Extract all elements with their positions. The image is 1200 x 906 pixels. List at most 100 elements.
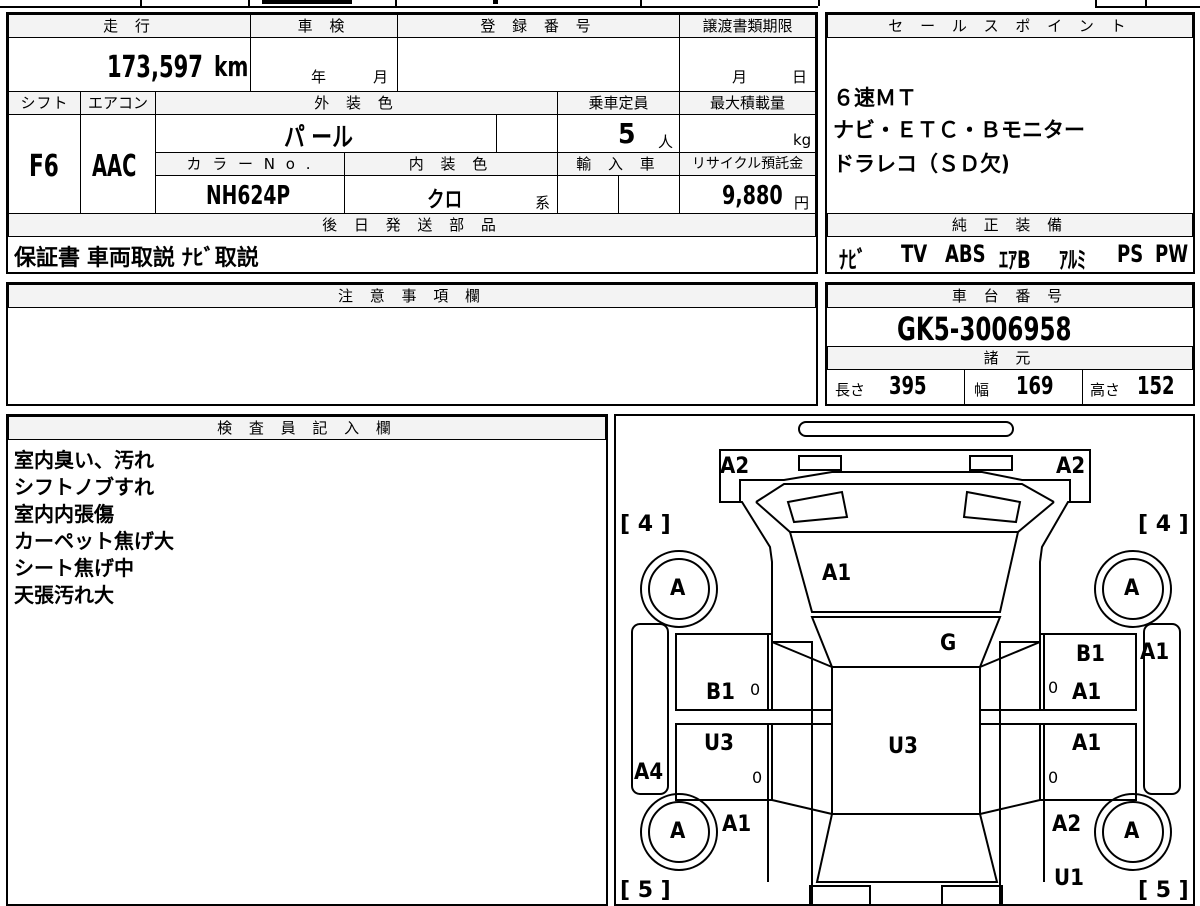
mark-windshield: G (940, 631, 957, 656)
equip-airbag: ｴｱB (999, 246, 1031, 274)
transfer-deadline-cell: 月 日 (679, 37, 816, 92)
color-no-value: NH624P (206, 181, 291, 211)
zero-right-front: 0 (1048, 678, 1059, 697)
registration-header: 登 録 番 号 (397, 14, 680, 38)
transfer-deadline-header: 譲渡書類期限 (679, 14, 816, 38)
sales-point-header: セ ー ル ス ポ イ ン ト (827, 14, 1193, 38)
mark-right-side: A1 (1140, 640, 1170, 665)
interior-color-header: 内 装 色 (344, 152, 558, 176)
height-label: 高さ (1090, 381, 1121, 399)
max-load-header: 最大積載量 (679, 91, 816, 115)
aircon-header: エアコン (80, 91, 156, 115)
mark-right-front-door: A1 (1072, 680, 1102, 705)
later-shipping-value: 保証書 車両取説 ﾅﾋﾞ取説 (14, 246, 259, 271)
width-label: 幅 (974, 381, 990, 399)
capacity-unit: 人 (658, 133, 674, 151)
inspector-notes-panel: 検 査 員 記 入 欄 室内臭い、汚れ シフトノブすれ 室内内張傷 カーペット焦… (6, 414, 608, 906)
sales-point-line-2: ナビ・ＥＴＣ・Ｂモニター (833, 118, 1085, 142)
max-load-unit: kg (793, 131, 812, 149)
inspector-notes-header: 検 査 員 記 入 欄 (8, 416, 606, 440)
mark-left-rear-quarter: A1 (722, 812, 752, 837)
color-no-cell: NH624P (155, 175, 345, 214)
aircon-cell: AAC (80, 114, 156, 214)
inspector-line-3: 室内内張傷 (14, 502, 114, 526)
mileage-unit: km (214, 50, 249, 83)
wheel-front-left-label: A (670, 576, 686, 601)
bracket-5-left: [ 5 ] (620, 878, 671, 903)
exterior-color-cell: パ ール (155, 114, 497, 153)
recycle-cell: 9,880 円 (679, 175, 816, 214)
wheel-front-right-label: A (1124, 576, 1140, 601)
max-load-cell: kg (679, 114, 816, 153)
interior-color-suffix: 系 (535, 194, 551, 212)
length-cell: 長さ 395 (827, 369, 965, 404)
mark-right-rear-quarter: A2 (1052, 812, 1082, 837)
recycle-value: 9,880 (722, 181, 783, 211)
later-shipping-cell: 保証書 車両取説 ﾅﾋﾞ取説 (8, 236, 816, 272)
notes-header: 注 意 事 項 欄 (8, 284, 816, 308)
inspector-line-6: 天張汚れ大 (14, 583, 114, 607)
mark-top-right: A2 (1056, 454, 1086, 479)
notes-panel: 注 意 事 項 欄 (6, 282, 818, 406)
registration-cell (397, 37, 680, 92)
exterior-color-extra (496, 114, 558, 153)
mark-left-front-door: B1 (706, 680, 735, 705)
interior-color-value: クロ (427, 188, 463, 213)
transfer-day: 日 (792, 68, 808, 86)
import-cell-b (618, 175, 680, 214)
vehicle-info-panel: 走 行 車 検 登 録 番 号 譲渡書類期限 173,597 km 年 月 月 … (6, 12, 818, 274)
equip-tv: TV (901, 240, 928, 268)
zero-left-front: 0 (750, 680, 761, 699)
chassis-value: GK5-3006958 (897, 310, 1072, 348)
zero-left-rear: 0 (752, 768, 763, 787)
mark-right-front-door-top: B1 (1076, 642, 1105, 667)
inspector-line-1: 室内臭い、汚れ (14, 448, 154, 472)
specs-header: 諸 元 (827, 346, 1193, 370)
length-value: 395 (889, 371, 927, 400)
mark-left-side: A4 (634, 760, 664, 785)
height-cell: 高さ 152 (1082, 369, 1193, 404)
capacity-value: 5 (618, 117, 636, 150)
sales-point-line-1: ６速ＭＴ (833, 86, 917, 110)
equip-ps: PS (1117, 240, 1144, 268)
interior-color-cell: クロ 系 (344, 175, 558, 214)
chassis-header: 車 台 番 号 (827, 284, 1193, 308)
equip-pw: PW (1155, 240, 1189, 268)
mark-right-bottom: U1 (1054, 866, 1084, 891)
later-shipping-header: 後 日 発 送 部 品 (8, 213, 816, 237)
shift-header: シフト (8, 91, 81, 115)
mark-roof: U3 (888, 734, 918, 759)
car-diagram-panel: [ 4 ] [ 4 ] [ 5 ] [ 5 ] A A A A A2 A2 A1… (614, 414, 1195, 906)
chassis-panel: 車 台 番 号 GK5-3006958 諸 元 長さ 395 幅 169 高さ … (825, 282, 1195, 406)
equip-alloy: ｱﾙﾐ (1059, 246, 1086, 274)
transfer-month: 月 (732, 68, 748, 86)
shift-cell: F6 (8, 114, 81, 214)
import-header: 輸 入 車 (557, 152, 680, 176)
genuine-equipment-header: 純 正 装 備 (827, 213, 1193, 237)
recycle-header: リサイクル預託金 (679, 152, 816, 176)
width-value: 169 (1016, 371, 1054, 400)
mileage-value: 173,597 (107, 50, 203, 85)
inspection-header: 車 検 (250, 14, 398, 38)
width-cell: 幅 169 (964, 369, 1083, 404)
inspector-line-4: カーペット焦げ大 (14, 529, 174, 553)
wheel-rear-right-label: A (1124, 819, 1140, 844)
length-label: 長さ (835, 381, 866, 399)
sales-point-line-3: ドラレコ（ＳＤ欠) (833, 152, 1010, 176)
aircon-value: AAC (92, 149, 137, 184)
wheel-rear-left-label: A (670, 819, 686, 844)
exterior-color-value: パ ール (284, 123, 353, 153)
sales-point-panel: セ ー ル ス ポ イ ン ト ６速ＭＴ ナビ・ＥＴＣ・Ｂモニター ドラレコ（Ｓ… (825, 12, 1195, 274)
inspection-cell: 年 月 (250, 37, 398, 92)
top-strip (0, 0, 1200, 8)
inspection-month: 月 (373, 68, 389, 86)
shift-value: F6 (29, 149, 59, 184)
mileage-header: 走 行 (8, 14, 251, 38)
car-outline-diagram (631, 421, 1181, 904)
inspection-year: 年 (311, 68, 327, 86)
equip-abs: ABS (945, 240, 986, 268)
height-value: 152 (1137, 371, 1175, 400)
equip-navi: ﾅﾋﾞ (839, 246, 866, 274)
mark-hood: A1 (822, 561, 852, 586)
capacity-header: 乗車定員 (557, 91, 680, 115)
